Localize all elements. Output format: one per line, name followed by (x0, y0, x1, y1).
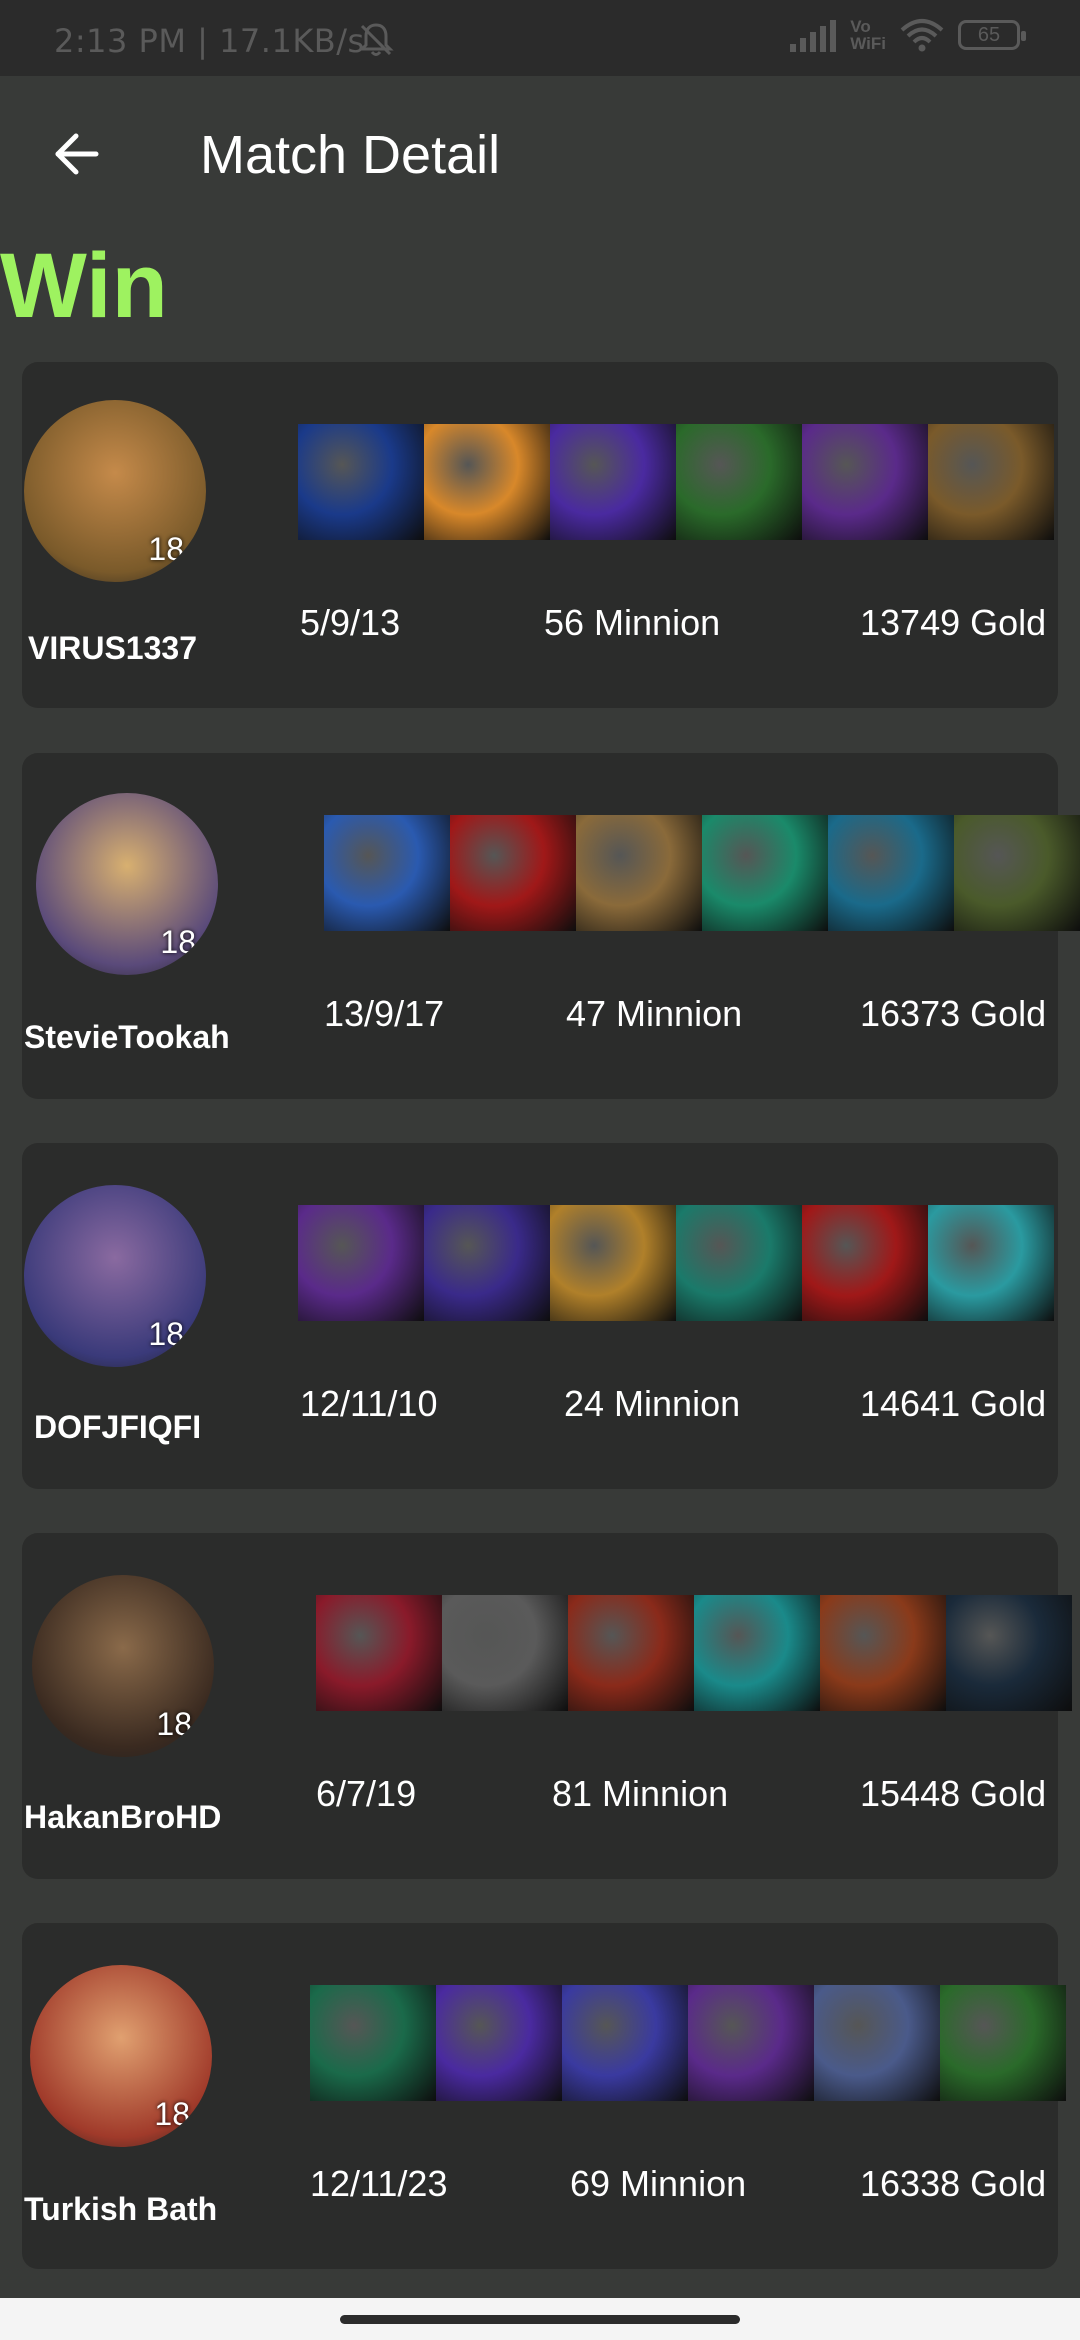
back-button[interactable] (40, 118, 112, 190)
item-icon[interactable] (298, 1205, 424, 1321)
champion-level: 18 (154, 2096, 190, 2132)
item-row (298, 1205, 1054, 1321)
item-icon[interactable] (954, 815, 1080, 931)
app-bar: Match Detail (0, 76, 1080, 234)
item-icon[interactable] (694, 1595, 820, 1711)
item-icon[interactable] (442, 1595, 568, 1711)
gold-amount: 16373 Gold (860, 993, 1047, 1034)
champion-avatar: 18 (24, 400, 206, 582)
item-icon[interactable] (702, 815, 828, 931)
item-icon[interactable] (324, 815, 450, 931)
item-icon[interactable] (676, 424, 802, 540)
player-card[interactable]: 18 Turkish Bath 12/11/23 69 Minnion 1633… (22, 1923, 1066, 2269)
gold-amount: 16338 Gold (860, 2163, 1047, 2204)
minion-count: 81 Minnion (552, 1773, 729, 1814)
player-name: Turkish Bath (24, 2191, 218, 2227)
vowifi-indicator: Vo WiFi (850, 17, 886, 53)
item-icon[interactable] (310, 1985, 436, 2101)
minion-count: 56 Minnion (544, 602, 721, 643)
kda-text: 13/9/17 (324, 993, 445, 1034)
status-bar: 2:13 PM | 17.1KB/s Vo WiFi 65 (0, 0, 1080, 76)
item-icon[interactable] (450, 815, 576, 931)
player-card[interactable]: 18 StevieTookah 13/9/17 47 Minnion 16373… (22, 753, 1080, 1099)
item-icon[interactable] (946, 1595, 1072, 1711)
item-icon[interactable] (298, 424, 424, 540)
item-icon[interactable] (424, 424, 550, 540)
item-icon[interactable] (928, 424, 1054, 540)
item-icon[interactable] (688, 1985, 814, 2101)
champion-avatar: 18 (30, 1965, 212, 2147)
kda-text: 12/11/23 (310, 2163, 448, 2204)
item-row (298, 424, 1054, 540)
player-name: StevieTookah (24, 1019, 230, 1055)
match-result: Win (0, 235, 168, 337)
kda-text: 12/11/10 (300, 1383, 438, 1424)
item-icon[interactable] (676, 1205, 802, 1321)
item-row (324, 815, 1080, 931)
signal-icon (790, 18, 837, 52)
item-icon[interactable] (814, 1985, 940, 2101)
gold-amount: 13749 Gold (860, 602, 1047, 643)
item-icon[interactable] (550, 1205, 676, 1321)
champion-avatar: 18 (24, 1185, 206, 1367)
item-icon[interactable] (928, 1205, 1054, 1321)
kda-text: 6/7/19 (316, 1773, 417, 1814)
player-name: HakanBroHD (24, 1799, 222, 1835)
item-icon[interactable] (562, 1985, 688, 2101)
item-icon[interactable] (436, 1985, 562, 2101)
kda-text: 5/9/13 (300, 602, 401, 643)
item-icon[interactable] (568, 1595, 694, 1711)
champion-level: 18 (148, 1316, 184, 1352)
champion-avatar: 18 (32, 1575, 214, 1757)
player-name: VIRUS1337 (28, 630, 197, 666)
page-title: Match Detail (200, 125, 501, 185)
player-card[interactable]: 18 VIRUS1337 5/9/13 56 Minnion 13749 Gol… (22, 362, 1058, 708)
item-icon[interactable] (820, 1595, 946, 1711)
gold-amount: 15448 Gold (860, 1773, 1047, 1814)
champion-level: 18 (148, 531, 184, 567)
item-icon[interactable] (828, 815, 954, 931)
home-indicator[interactable] (340, 2315, 740, 2324)
champion-level: 18 (160, 924, 196, 960)
player-card[interactable]: 18 DOFJFIQFI 12/11/10 24 Minnion 14641 G… (22, 1143, 1058, 1489)
player-name: DOFJFIQFI (34, 1409, 202, 1445)
champion-avatar: 18 (36, 793, 218, 975)
battery-icon: 65 (958, 20, 1026, 50)
wifi-icon (900, 19, 944, 52)
champion-level: 18 (156, 1706, 192, 1742)
item-icon[interactable] (576, 815, 702, 931)
item-icon[interactable] (550, 424, 676, 540)
item-icon[interactable] (424, 1205, 550, 1321)
minion-count: 69 Minnion (570, 2163, 747, 2204)
system-nav-bar (0, 2298, 1080, 2340)
notifications-off-icon (358, 23, 394, 56)
item-icon[interactable] (802, 424, 928, 540)
arrow-back-icon (55, 133, 99, 175)
gold-amount: 14641 Gold (860, 1383, 1047, 1424)
item-icon[interactable] (940, 1985, 1066, 2101)
item-row (310, 1985, 1066, 2101)
minion-count: 47 Minnion (566, 993, 743, 1034)
player-card[interactable]: 18 HakanBroHD 6/7/19 81 Minnion 15448 Go… (22, 1533, 1072, 1879)
item-icon[interactable] (802, 1205, 928, 1321)
item-icon[interactable] (316, 1595, 442, 1711)
item-row (316, 1595, 1072, 1711)
minion-count: 24 Minnion (564, 1383, 741, 1424)
status-time: 2:13 PM | 17.1KB/s (54, 22, 365, 60)
